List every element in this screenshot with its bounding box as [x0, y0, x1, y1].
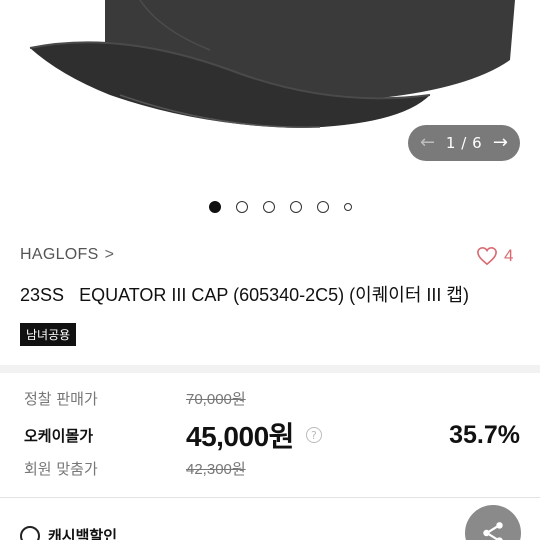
product-season: 23SS [20, 285, 65, 305]
product-name: EQUATOR III CAP (605340-2C5) (이퀘이터 III 캡… [79, 285, 469, 305]
image-counter-text: 1 / 6 [446, 134, 482, 152]
gender-badge: 남녀공용 [20, 323, 77, 346]
help-icon[interactable]: ? [305, 427, 322, 443]
current-image: 1 [445, 134, 456, 152]
section-divider [0, 365, 540, 373]
like-button[interactable]: 4 [476, 246, 513, 266]
list-price-label: 정찰 판매가 [24, 390, 98, 408]
image-counter: ← 1 / 6 → [408, 125, 520, 161]
ok-price-label: 오케이몰가 [24, 426, 94, 445]
gallery-dot[interactable] [263, 201, 275, 213]
member-price: 42,300원 [186, 461, 246, 478]
ok-price: 45,000원 [186, 421, 294, 452]
like-count: 4 [504, 246, 514, 265]
gallery-dot[interactable] [290, 201, 302, 213]
product-image[interactable]: ← 1 / 6 → [0, 0, 540, 185]
list-price: 70,000원 [186, 391, 246, 408]
product-title: 23SS EQUATOR III CAP (605340-2C5) (이퀘이터 … [20, 281, 469, 307]
total-images: 6 [472, 134, 483, 152]
gallery-dot[interactable] [317, 201, 329, 213]
gallery-dots [209, 201, 352, 213]
coin-icon [20, 525, 40, 540]
heart-icon [477, 246, 497, 266]
brand-name: HAGLOFS [20, 246, 99, 263]
member-price-row: 회원 맞춤가 42,300원 [24, 458, 520, 479]
discount-rate: 35.7% [449, 420, 520, 449]
arrow-left-icon[interactable]: ← [420, 134, 435, 152]
gallery-dot[interactable] [209, 201, 221, 213]
arrow-right-icon[interactable]: → [493, 134, 508, 152]
chevron-right-icon: > [104, 246, 115, 263]
ok-price-row: 오케이몰가 45,000원 ? 35.7% [24, 415, 520, 455]
cashback-label: 캐시백할인 [48, 527, 118, 540]
cashback-row[interactable]: 캐시백할인 [20, 525, 117, 540]
share-icon [483, 522, 503, 540]
share-button[interactable] [465, 505, 521, 540]
gallery-dot[interactable] [344, 203, 352, 211]
member-price-label: 회원 맞춤가 [24, 460, 98, 478]
brand-link[interactable]: HAGLOFS > [20, 246, 114, 264]
gallery-dot[interactable] [236, 201, 248, 213]
counter-separator: / [461, 134, 467, 152]
list-price-row: 정찰 판매가 70,000원 [24, 388, 520, 409]
bottom-divider [0, 497, 540, 498]
